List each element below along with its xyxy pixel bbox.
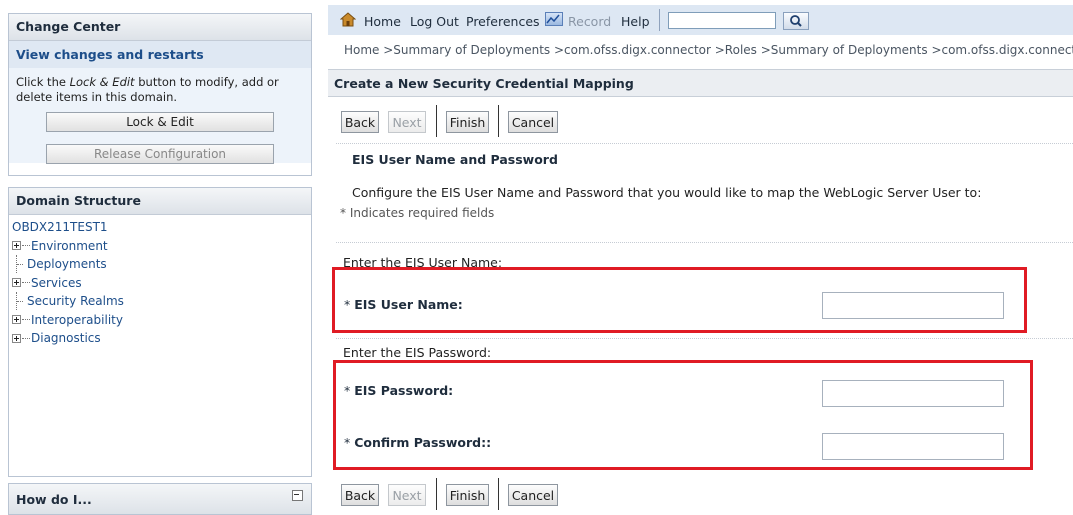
- change-center-title: Change Center: [9, 14, 311, 41]
- password-group-label: Enter the EIS Password:: [343, 345, 492, 360]
- tree-item-security-realms[interactable]: Security Realms: [12, 292, 311, 311]
- tree-connector: [22, 337, 30, 339]
- record-link: Record: [568, 14, 612, 29]
- search-button[interactable]: [783, 12, 809, 30]
- required-note: * Indicates required fields: [340, 206, 495, 220]
- domain-structure-panel: Domain Structure OBDX211TEST1 Environmen…: [8, 187, 312, 477]
- back-button[interactable]: Back: [341, 111, 379, 133]
- tree-connector: [22, 282, 30, 284]
- help-link[interactable]: Help: [621, 14, 650, 29]
- tree-connector: [22, 245, 30, 247]
- next-button: Next: [388, 484, 426, 506]
- collapse-icon[interactable]: [292, 490, 303, 501]
- tree-item-diagnostics[interactable]: Diagnostics: [12, 329, 311, 348]
- breadcrumb[interactable]: Home >Summary of Deployments >com.ofss.d…: [344, 43, 1073, 57]
- search-icon: [790, 15, 802, 27]
- cancel-button[interactable]: Cancel: [508, 484, 558, 506]
- button-divider: [498, 478, 499, 510]
- release-configuration-button: Release Configuration: [46, 144, 274, 164]
- expand-icon[interactable]: [12, 278, 21, 288]
- change-center-description: Click the Lock & Edit button to modify, …: [16, 75, 279, 104]
- how-do-i-title: How do I...: [16, 492, 92, 507]
- finish-button[interactable]: Finish: [446, 111, 489, 133]
- section-title: EIS User Name and Password: [352, 152, 558, 167]
- button-divider: [436, 478, 437, 510]
- change-center-panel: Change Center View changes and restarts …: [8, 13, 312, 176]
- expand-icon[interactable]: [12, 333, 21, 343]
- divider: [336, 242, 1073, 243]
- back-button[interactable]: Back: [341, 484, 379, 506]
- highlight-user-name: [332, 267, 1027, 333]
- divider: [336, 143, 1073, 144]
- expand-icon[interactable]: [12, 315, 21, 325]
- highlight-password: [333, 360, 1033, 470]
- logout-link[interactable]: Log Out: [410, 14, 459, 29]
- top-toolbar: Home Log Out Preferences Record Help: [328, 5, 1073, 35]
- button-divider: [498, 105, 499, 137]
- domain-tree: OBDX211TEST1 Environment Deployments Ser…: [9, 215, 311, 348]
- home-link[interactable]: Home: [364, 14, 401, 29]
- next-button: Next: [388, 111, 426, 133]
- tree-item-interoperability[interactable]: Interoperability: [12, 311, 311, 330]
- expand-icon[interactable]: [12, 241, 21, 251]
- tree-connector: [16, 292, 23, 311]
- section-description: Configure the EIS User Name and Password…: [352, 185, 982, 200]
- tree-item-deployments[interactable]: Deployments: [12, 255, 311, 274]
- view-changes-link[interactable]: View changes and restarts: [9, 41, 311, 68]
- tree-connector: [22, 319, 30, 321]
- finish-button[interactable]: Finish: [446, 484, 489, 506]
- domain-root-link[interactable]: OBDX211TEST1: [12, 218, 311, 237]
- domain-structure-title: Domain Structure: [9, 188, 311, 215]
- cancel-button[interactable]: Cancel: [508, 111, 558, 133]
- toolbar-divider: [659, 9, 660, 31]
- lock-edit-button[interactable]: Lock & Edit: [46, 112, 274, 132]
- page-header: Create a New Security Credential Mapping: [328, 69, 1073, 97]
- preferences-link[interactable]: Preferences: [466, 14, 540, 29]
- tree-connector: [16, 255, 23, 274]
- tree-item-environment[interactable]: Environment: [12, 237, 311, 256]
- button-divider: [436, 105, 437, 137]
- record-icon: [545, 12, 563, 26]
- how-do-i-panel: How do I...: [8, 483, 312, 515]
- search-input[interactable]: [668, 12, 776, 29]
- tree-item-services[interactable]: Services: [12, 274, 311, 293]
- divider: [336, 338, 1073, 339]
- home-icon[interactable]: [340, 12, 356, 27]
- page-title: Create a New Security Credential Mapping: [334, 76, 634, 91]
- change-center-body: Click the Lock & Edit button to modify, …: [9, 68, 311, 164]
